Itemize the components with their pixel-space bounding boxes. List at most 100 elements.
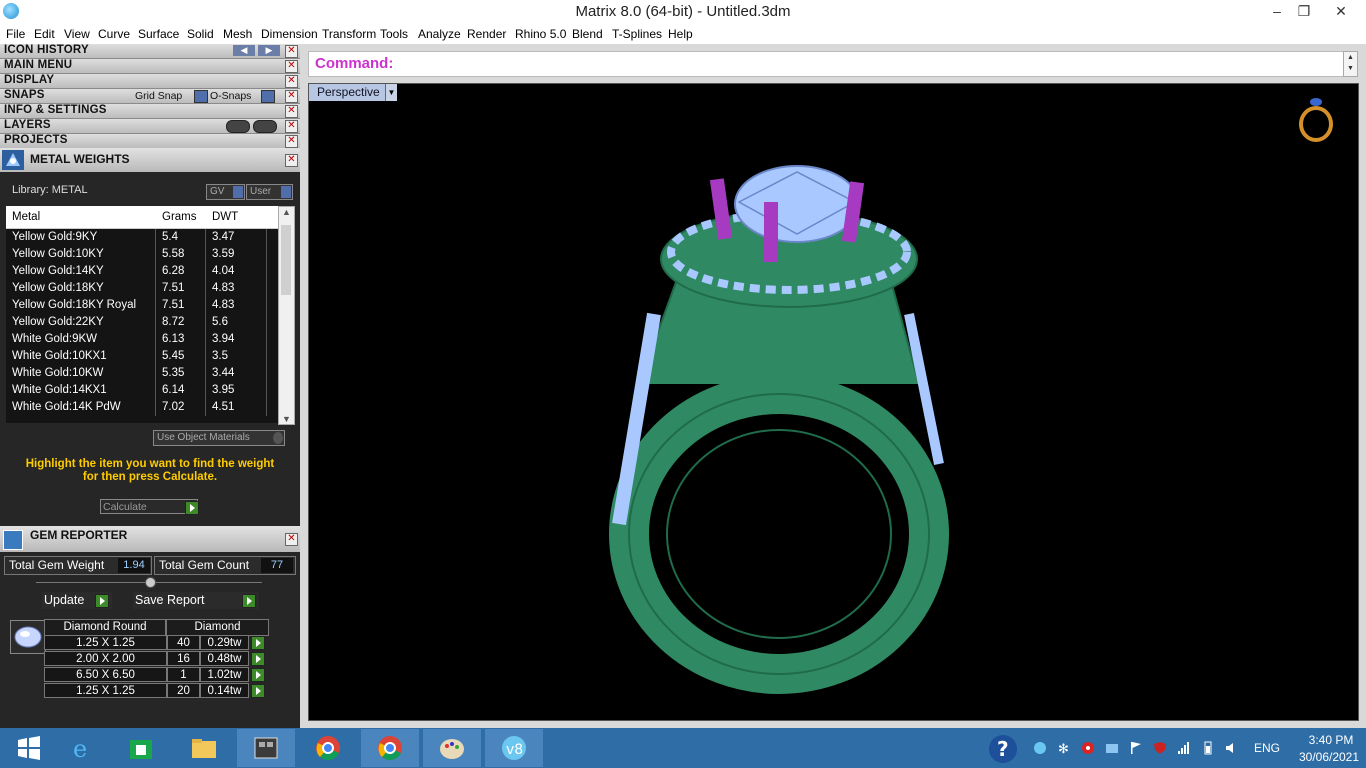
paint-app[interactable] <box>423 729 481 767</box>
back-arrow-icon[interactable]: ◀ <box>233 45 255 56</box>
select-gem-icon[interactable] <box>251 636 265 650</box>
cloud-icon[interactable] <box>1105 741 1119 755</box>
metal-table-scrollbar[interactable]: ▲ ▼ <box>278 206 295 425</box>
table-row[interactable]: White Gold:14KX1 6.14 3.95 <box>6 382 278 400</box>
ring-model[interactable] <box>309 84 1358 720</box>
close-icon[interactable]: ✕ <box>285 120 298 133</box>
menu-view[interactable]: View <box>64 27 90 41</box>
table-row[interactable]: White Gold:14K PdW 7.02 4.51 <box>6 399 278 417</box>
select-gem-icon[interactable] <box>251 652 265 666</box>
use-object-materials-toggle[interactable]: Use Object Materials <box>153 430 285 446</box>
vectorworks-app[interactable]: v8 <box>485 729 543 767</box>
menu-transform[interactable]: Transform <box>322 27 376 41</box>
close-icon[interactable]: ✕ <box>285 105 298 118</box>
store-app[interactable] <box>112 729 170 767</box>
section-display[interactable]: DISPLAY ✕ <box>0 74 300 89</box>
security-shield-icon[interactable] <box>1153 741 1167 755</box>
section-main-menu[interactable]: MAIN MENU ✕ <box>0 59 300 74</box>
menu-blend[interactable]: Blend <box>572 27 603 41</box>
scroll-up-icon[interactable]: ▲ <box>279 207 294 217</box>
close-icon[interactable]: ✕ <box>285 533 298 546</box>
calculate-button[interactable]: Calculate <box>100 499 199 515</box>
matrix-app[interactable] <box>237 729 295 767</box>
table-row[interactable] <box>6 416 278 423</box>
network-tray-icon[interactable] <box>1033 741 1047 755</box>
table-row[interactable]: White Gold:9KW 6.13 3.94 <box>6 331 278 349</box>
menu-mesh[interactable]: Mesh <box>223 27 252 41</box>
scroll-down-icon[interactable]: ▼ <box>279 414 294 424</box>
help-icon[interactable]: ? <box>988 734 1018 764</box>
select-gem-icon[interactable] <box>251 684 265 698</box>
menu-tsplines[interactable]: T-Splines <box>612 27 662 41</box>
beats-audio-icon[interactable] <box>1081 741 1095 755</box>
perspective-viewport[interactable] <box>308 83 1359 721</box>
clock-time[interactable]: 3:40 PM <box>1300 733 1362 747</box>
select-gem-icon[interactable] <box>251 668 265 682</box>
update-button[interactable]: Update <box>42 592 112 609</box>
clock-date[interactable]: 30/06/2021 <box>1296 750 1362 764</box>
file-explorer-app[interactable] <box>175 729 233 767</box>
save-report-button[interactable]: Save Report <box>133 592 259 609</box>
chrome-app-2[interactable] <box>361 729 419 767</box>
command-bar[interactable]: Command: <box>308 51 1344 77</box>
start-button[interactable] <box>0 729 58 767</box>
signal-icon[interactable] <box>1177 741 1191 755</box>
menu-help[interactable]: Help <box>668 27 693 41</box>
close-button[interactable]: ✕ <box>1318 0 1364 22</box>
close-icon[interactable]: ✕ <box>285 154 298 167</box>
section-info-settings[interactable]: INFO & SETTINGS ✕ <box>0 104 300 119</box>
user-toggle[interactable]: User <box>246 184 293 200</box>
table-row[interactable]: White Gold:10KW 5.35 3.44 <box>6 365 278 383</box>
close-icon[interactable]: ✕ <box>285 45 298 58</box>
table-row[interactable]: White Gold:10KX1 5.45 3.5 <box>6 348 278 366</box>
close-icon[interactable]: ✕ <box>285 90 298 103</box>
snowflake-icon[interactable]: ✻ <box>1057 741 1071 755</box>
viewport-dropdown-icon[interactable]: ▼ <box>385 84 397 101</box>
o-snaps-toggle[interactable] <box>261 90 275 103</box>
language-indicator[interactable]: ENG <box>1254 741 1280 755</box>
eye-icon[interactable] <box>253 120 277 133</box>
battery-icon[interactable] <box>1201 741 1215 755</box>
minimize-button[interactable]: – <box>1264 0 1290 22</box>
grid-snap-toggle[interactable] <box>194 90 208 103</box>
menu-curve[interactable]: Curve <box>98 27 130 41</box>
menu-tools[interactable]: Tools <box>380 27 408 41</box>
table-row[interactable]: Yellow Gold:9KY 5.4 3.47 <box>6 229 278 247</box>
menu-analyze[interactable]: Analyze <box>418 27 461 41</box>
volume-icon[interactable] <box>1225 741 1239 755</box>
column-grams[interactable]: Grams <box>162 211 197 223</box>
section-layers[interactable]: LAYERS ✕ <box>0 119 300 134</box>
table-row[interactable]: Yellow Gold:22KY 8.72 5.6 <box>6 314 278 332</box>
menu-file[interactable]: File <box>6 27 25 41</box>
info-icon <box>281 186 291 198</box>
column-metal[interactable]: Metal <box>12 211 40 223</box>
column-dwt[interactable]: DWT <box>212 211 238 223</box>
layer-visibility-icon[interactable] <box>226 120 250 133</box>
menu-surface[interactable]: Surface <box>138 27 179 41</box>
section-projects[interactable]: PROJECTS ✕ <box>0 134 300 149</box>
menu-rhino[interactable]: Rhino 5.0 <box>515 27 566 41</box>
command-history-spinner[interactable]: ▲ ▼ <box>1343 51 1358 77</box>
table-row[interactable]: Yellow Gold:18KY Royal 7.51 4.83 <box>6 297 278 315</box>
scroll-thumb[interactable] <box>281 225 291 295</box>
restore-button[interactable]: ❐ <box>1291 0 1317 22</box>
table-row[interactable]: Yellow Gold:18KY 7.51 4.83 <box>6 280 278 298</box>
menu-edit[interactable]: Edit <box>34 27 55 41</box>
menu-render[interactable]: Render <box>467 27 506 41</box>
close-icon[interactable]: ✕ <box>285 75 298 88</box>
close-icon[interactable]: ✕ <box>285 135 298 148</box>
menu-solid[interactable]: Solid <box>187 27 214 41</box>
slider-handle[interactable] <box>145 577 156 588</box>
internet-explorer-app[interactable]: e <box>52 729 110 767</box>
forward-arrow-icon[interactable]: ▶ <box>258 45 280 56</box>
flag-icon[interactable] <box>1129 741 1143 755</box>
viewport-tab[interactable]: Perspective <box>309 84 386 101</box>
gv-toggle[interactable]: GV <box>206 184 245 200</box>
chrome-app[interactable] <box>299 729 357 767</box>
table-row[interactable]: Yellow Gold:14KY 6.28 4.04 <box>6 263 278 281</box>
section-snaps[interactable]: SNAPS Grid Snap O-Snaps ✕ <box>0 89 300 104</box>
menu-dimension[interactable]: Dimension <box>261 27 318 41</box>
close-icon[interactable]: ✕ <box>285 60 298 73</box>
section-icon-history[interactable]: ICON HISTORY ◀ ▶ ✕ <box>0 44 300 59</box>
table-row[interactable]: Yellow Gold:10KY 5.58 3.59 <box>6 246 278 264</box>
